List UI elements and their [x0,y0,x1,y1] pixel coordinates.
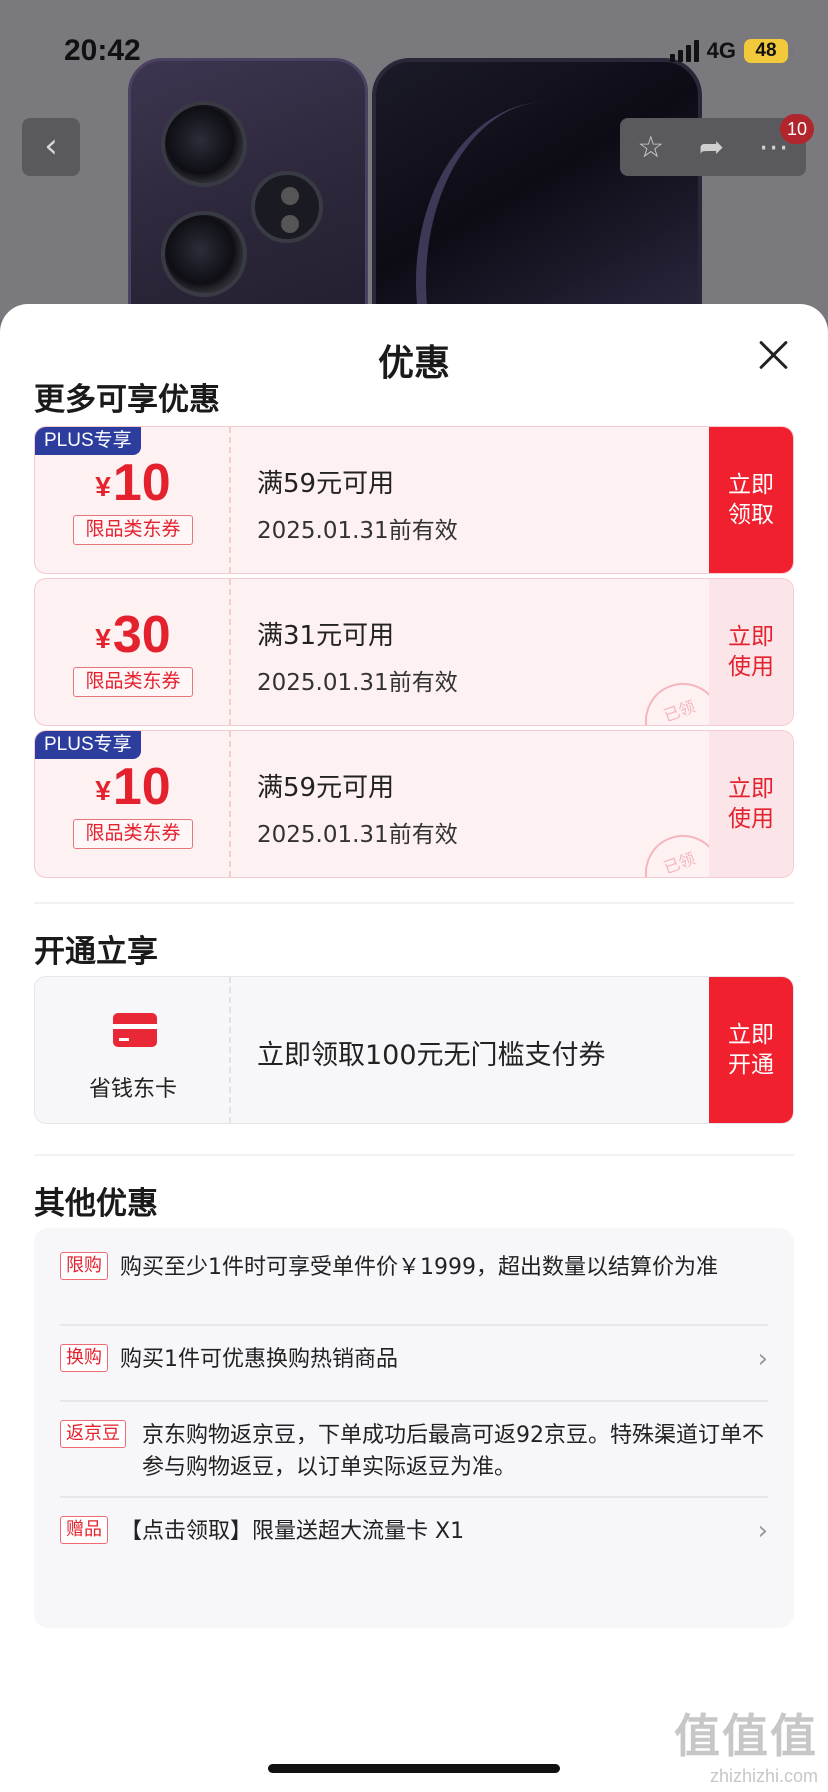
list-item[interactable]: 赠品 【点击领取】限量送超大流量卡 X1 › [60,1516,768,1548]
star-icon[interactable]: ☆ [637,130,664,165]
watermark: 值值值 zhizhizhi.com [674,1709,818,1786]
status-time: 20:42 [64,34,141,67]
use-coupon-button[interactable]: 立即 使用 [709,731,793,877]
offer-label: 限购 [60,1252,108,1280]
coupon-type-tag: 限品类东券 [73,515,193,545]
card-name: 省钱东卡 [88,1077,177,1102]
open-card-button[interactable]: 立即 开通 [709,977,793,1123]
coupon-card: ¥30 限品类东券 满31元可用 2025.01.31前有效 已领 立即 使用 [34,578,794,726]
coupon-validity: 2025.01.31前有效 [257,822,458,848]
divider [60,1496,768,1498]
divider [34,902,794,904]
camera-lens [161,101,247,187]
back-button[interactable]: ‹ [22,118,80,176]
coupon-amount: ¥10 [95,758,171,816]
home-indicator[interactable] [268,1764,560,1773]
offer-text: 购买1件可优惠换购热销商品 [120,1347,398,1372]
list-item[interactable]: 限购 购买至少1件时可享受单件价￥1999，超出数量以结算价为准 [60,1252,768,1284]
chevron-right-icon: › [757,1516,768,1546]
chevron-right-icon: › [757,1344,768,1374]
credit-card-icon [113,1013,157,1047]
divider [60,1400,768,1402]
close-icon[interactable] [758,340,788,370]
coupon-amount: ¥10 [95,454,171,512]
coupon-card: PLUS专享 ¥10 限品类东券 满59元可用 2025.01.31前有效 立即… [34,426,794,574]
list-item[interactable]: 返京豆 京东购物返京豆，下单成功后最高可返92京豆。特殊渠道订单不参与购物返豆，… [60,1420,768,1484]
signal-icon [669,40,699,62]
section-title-open: 开通立享 [34,934,158,970]
camera-lens [161,211,247,297]
membership-card-offer: 省钱东卡 立即领取100元无门槛支付券 立即 开通 [34,976,794,1124]
coupon-validity: 2025.01.31前有效 [257,670,458,696]
plus-exclusive-badge: PLUS专享 [35,731,141,759]
divider [60,1324,768,1326]
coupon-validity: 2025.01.31前有效 [257,518,458,544]
offers-sheet: 优惠 更多可享优惠 PLUS专享 ¥10 限品类东券 满59元可用 2025.0… [0,304,828,1792]
offer-text: 【点击领取】限量送超大流量卡 X1 [120,1519,465,1544]
coupon-type-tag: 限品类东券 [73,819,193,849]
message-badge: 10 [780,114,814,144]
coupon-card: PLUS专享 ¥10 限品类东券 满59元可用 2025.01.31前有效 已领… [34,730,794,878]
camera-module [251,171,323,243]
plus-exclusive-badge: PLUS专享 [35,427,141,455]
status-indicators: 4G 48 [669,38,793,64]
list-item[interactable]: 换购 购买1件可优惠换购热销商品 › [60,1344,768,1376]
network-type: 4G [706,38,736,63]
coupon-condition: 满31元可用 [257,621,395,651]
phone-back-image [128,58,368,320]
other-offers-list: 限购 购买至少1件时可享受单件价￥1999，超出数量以结算价为准 换购 购买1件… [34,1228,794,1628]
claim-coupon-button[interactable]: 立即 领取 [709,427,793,573]
coupon-amount: ¥30 [95,606,171,664]
share-icon[interactable]: ➦ [699,130,724,165]
offer-label: 换购 [60,1344,108,1372]
phone-front-image [372,58,702,320]
offer-label: 返京豆 [60,1420,126,1448]
section-title-more-offers: 更多可享优惠 [34,382,220,418]
coupon-type-tag: 限品类东券 [73,667,193,697]
offer-label: 赠品 [60,1516,108,1544]
coupon-condition: 满59元可用 [257,469,395,499]
use-coupon-button[interactable]: 立即 使用 [709,579,793,725]
coupon-condition: 满59元可用 [257,773,395,803]
chevron-left-icon: ‹ [44,126,58,166]
section-title-other: 其他优惠 [34,1186,158,1222]
top-action-bar: ☆ ➦ ⋯ [620,118,806,176]
divider [34,1154,794,1156]
offer-text: 京东购物返京豆，下单成功后最高可返92京豆。特殊渠道订单不参与购物返豆，以订单实… [142,1423,764,1480]
offer-text: 购买至少1件时可享受单件价￥1999，超出数量以结算价为准 [120,1255,718,1280]
battery-icon: 48 [744,39,793,63]
card-offer-description: 立即领取100元无门槛支付券 [257,1040,606,1071]
